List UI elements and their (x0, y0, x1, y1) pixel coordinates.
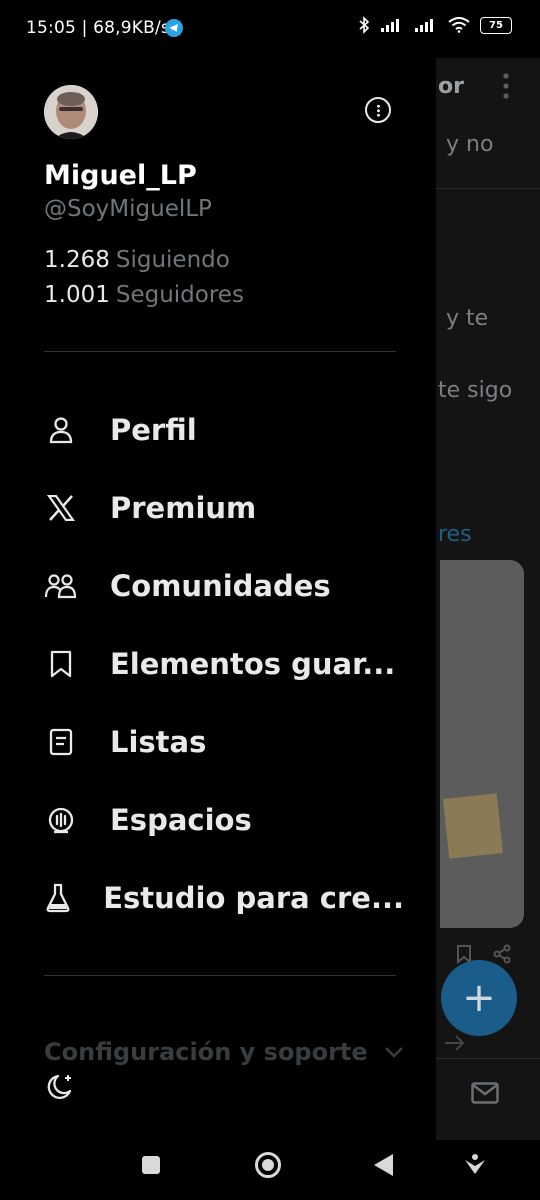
menu-label-estudio-creadores: Estudio para cre... (103, 881, 404, 915)
timeline-text-fragment-3: te sigo (438, 378, 513, 403)
account-more-button[interactable] (365, 97, 391, 123)
menu-item-listas[interactable]: Listas (44, 712, 404, 772)
timeline-divider-2 (436, 1058, 540, 1059)
menu-item-estudio-creadores[interactable]: Estudio para cre... (44, 868, 404, 928)
communities-icon (44, 569, 78, 603)
timeline-media-card (440, 560, 524, 928)
battery-icon: 75 (480, 16, 512, 34)
x-logo-icon (44, 491, 78, 525)
timeline-text-fragment-2: y te (446, 306, 489, 331)
profile-handle: @SoyMiguelLP (44, 196, 212, 222)
flask-icon (44, 881, 71, 915)
settings-support-toggle[interactable]: Configuración y soporte (44, 1038, 404, 1066)
timeline-link-fragment: res (438, 522, 472, 547)
signal-icon (381, 19, 399, 32)
status-bar: 15:05 | 68,9KB/s 75 (0, 0, 540, 58)
compose-fab-button[interactable]: + (441, 960, 517, 1036)
timeline-text-fragment-1: y no (446, 132, 494, 157)
menu-item-elementos-guardados[interactable]: Elementos guar... (44, 634, 404, 694)
menu-label-comunidades: Comunidades (110, 569, 331, 603)
home-button[interactable] (255, 1152, 281, 1178)
messages-icon (471, 1082, 499, 1108)
following-stat[interactable]: 1.268 Siguiendo (44, 247, 230, 273)
bookmark-icon (44, 647, 78, 681)
assistant-icon (465, 1154, 485, 1174)
menu-label-espacios: Espacios (110, 803, 252, 837)
home-dot-icon (262, 1159, 274, 1171)
menu-label-elementos-guardados: Elementos guar... (110, 647, 396, 681)
telegram-icon (165, 19, 183, 37)
menu-label-perfil: Perfil (110, 413, 197, 447)
recents-button[interactable] (142, 1156, 160, 1174)
following-label: Siguiendo (115, 247, 230, 273)
lists-icon (44, 725, 78, 759)
menu-item-espacios[interactable]: Espacios (44, 790, 404, 850)
signal-icon-2 (415, 19, 433, 32)
chevron-down-icon (384, 1047, 403, 1058)
person-icon (44, 413, 78, 447)
spaces-icon (44, 803, 78, 837)
status-time-speed: 15:05 | 68,9KB/s (26, 18, 170, 38)
wifi-icon (448, 17, 470, 33)
more-vertical-icon (502, 72, 510, 104)
plus-icon: + (462, 975, 496, 1021)
drawer-divider-top (44, 351, 396, 352)
menu-item-perfil[interactable]: Perfil (44, 400, 404, 460)
share-icon (493, 944, 511, 964)
menu-item-comunidades[interactable]: Comunidades (44, 556, 404, 616)
menu-item-premium[interactable]: Premium (44, 478, 404, 538)
arrow-right-icon (445, 1035, 465, 1051)
status-icons: 75 (358, 16, 512, 34)
battery-level: 75 (489, 19, 503, 31)
timeline-media-image (443, 793, 503, 859)
display-mode-button[interactable] (44, 1072, 76, 1106)
timeline-title-fragment: or (438, 74, 464, 99)
followers-count: 1.001 (44, 282, 110, 308)
followers-stat[interactable]: 1.001 Seguidores (44, 282, 244, 308)
following-count: 1.268 (44, 247, 110, 273)
timeline-divider (436, 188, 540, 189)
bluetooth-icon (359, 16, 370, 34)
back-button[interactable] (374, 1154, 393, 1176)
settings-support-label: Configuración y soporte (44, 1038, 368, 1066)
avatar[interactable] (44, 85, 98, 139)
assistant-button[interactable] (462, 1152, 488, 1182)
more-dots-icon (376, 103, 380, 117)
drawer-divider-bottom (44, 975, 396, 976)
profile-display-name[interactable]: Miguel_LP (44, 160, 197, 191)
menu-label-premium: Premium (110, 491, 257, 525)
followers-label: Seguidores (115, 282, 244, 308)
menu-label-listas: Listas (110, 725, 207, 759)
moon-icon (47, 1074, 72, 1099)
